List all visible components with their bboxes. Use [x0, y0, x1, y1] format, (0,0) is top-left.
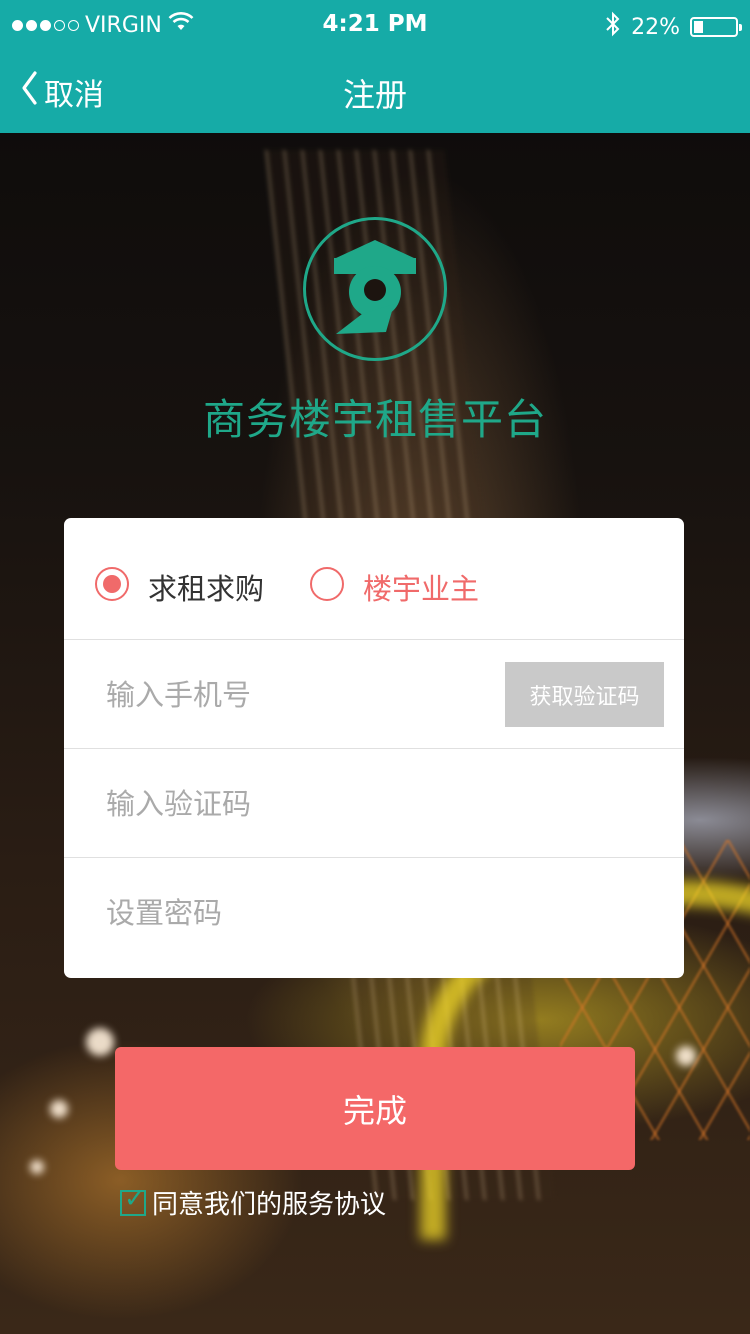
check-icon: ✓ — [124, 1183, 146, 1214]
status-right: 22% — [605, 11, 742, 43]
password-input[interactable] — [106, 888, 506, 938]
background-streetlight — [50, 1100, 68, 1118]
background-streetlight — [86, 1028, 114, 1056]
register-form: 求租求购 楼宇业主 获取验证码 — [64, 518, 684, 978]
phone-input[interactable] — [106, 670, 506, 720]
phone-row: 获取验证码 — [64, 640, 684, 749]
nav-bar: 取消 注册 — [0, 50, 750, 133]
bluetooth-icon — [605, 11, 621, 43]
logo-building-icon — [334, 240, 416, 334]
radio-owner[interactable] — [310, 567, 344, 601]
background-streetlight — [676, 1046, 696, 1066]
page-title: 注册 — [342, 76, 407, 114]
status-bar: VIRGIN 4:21 PM 22% — [0, 0, 750, 50]
agree-terms[interactable]: ✓ 同意我们的服务协议 — [120, 1184, 386, 1221]
submit-button[interactable]: 完成 — [115, 1047, 635, 1170]
battery-percent: 22% — [631, 14, 680, 40]
radio-tenant[interactable] — [95, 567, 129, 601]
get-code-button[interactable]: 获取验证码 — [505, 662, 664, 727]
battery-icon — [690, 17, 742, 37]
agree-checkbox[interactable]: ✓ — [120, 1186, 146, 1216]
agree-terms-label[interactable]: 同意我们的服务协议 — [152, 1184, 386, 1221]
role-label-owner[interactable]: 楼宇业主 — [363, 566, 479, 608]
brand-name: 商务楼宇租售平台 — [202, 395, 547, 444]
role-selector: 求租求购 楼宇业主 — [64, 518, 684, 640]
battery-level-fill — [694, 21, 703, 33]
code-row — [64, 749, 684, 858]
background-streetlight — [30, 1160, 44, 1174]
header-bar: VIRGIN 4:21 PM 22% 取消 注册 — [0, 0, 750, 133]
logo — [303, 217, 447, 361]
role-label-tenant[interactable]: 求租求购 — [148, 566, 264, 608]
verification-code-input[interactable] — [106, 779, 506, 829]
password-row — [64, 858, 684, 967]
